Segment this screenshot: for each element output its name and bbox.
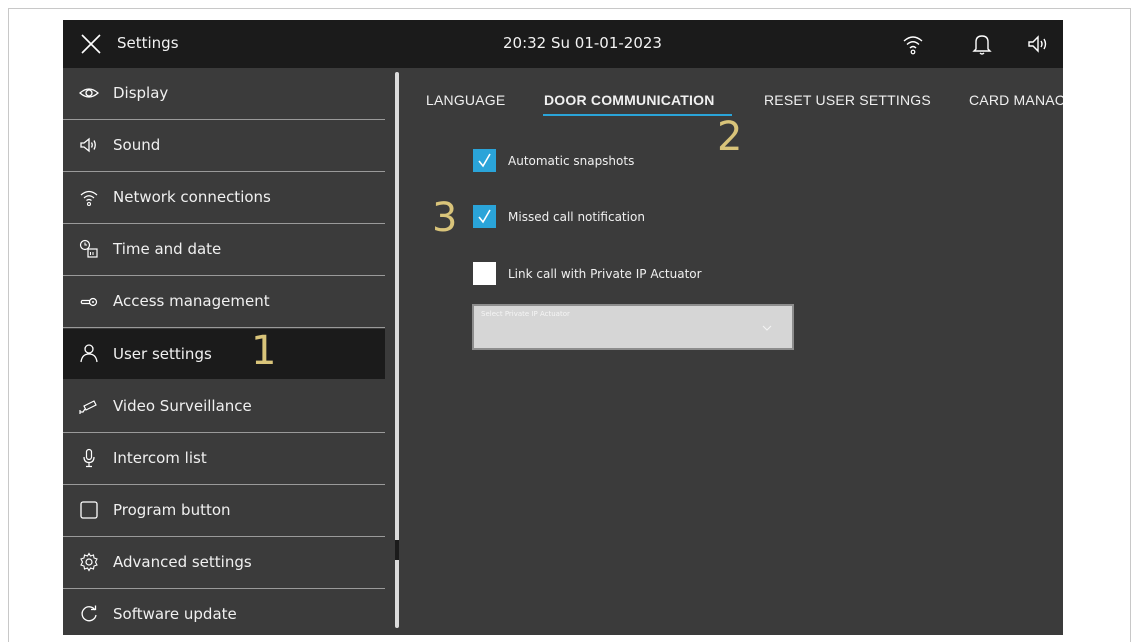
tab-door-communication[interactable]: DOOR COMMUNICATION (544, 92, 715, 108)
gear-icon (80, 552, 98, 572)
divider (63, 327, 385, 328)
sidebar-item-user-settings[interactable]: User settings (63, 329, 385, 379)
callout-number-1: 1 (251, 328, 277, 374)
camera-icon (79, 400, 97, 414)
sidebar-item-display[interactable]: Display (63, 68, 385, 120)
automatic-snapshots-label: Automatic snapshots (508, 154, 635, 168)
active-tab-indicator (543, 114, 732, 116)
sidebar-item-intercom-list[interactable]: Intercom list (63, 433, 385, 485)
date-time: 20:32 Su 01-01-2023 (503, 34, 662, 52)
sidebar-item-label: Video Surveillance (113, 397, 252, 415)
scrollbar-thumb[interactable] (395, 540, 399, 560)
tab-card-management[interactable]: CARD MANAC (969, 92, 1063, 108)
tab-language[interactable]: LANGUAGE (426, 92, 505, 108)
close-icon[interactable] (79, 32, 103, 56)
tab-reset-user-settings[interactable]: RESET USER SETTINGS (764, 92, 931, 108)
microphone-icon (83, 448, 95, 468)
link-call-checkbox[interactable] (473, 262, 496, 285)
wifi-icon[interactable] (901, 32, 925, 56)
sidebar-item-video-surveillance[interactable]: Video Surveillance (63, 381, 385, 433)
key-icon (80, 297, 98, 307)
missed-call-notification-checkbox[interactable] (473, 205, 496, 228)
callout-number-2: 2 (717, 114, 743, 160)
speaker-icon (80, 137, 96, 153)
sidebar-item-label: Sound (113, 136, 161, 154)
sidebar-item-advanced-settings[interactable]: Advanced settings (63, 537, 385, 589)
callout-number-3: 3 (432, 195, 458, 241)
automatic-snapshots-checkbox[interactable] (473, 149, 496, 172)
speaker-icon[interactable] (1026, 32, 1050, 56)
bell-icon[interactable] (970, 32, 994, 56)
eye-icon (79, 88, 99, 98)
sidebar-item-sound[interactable]: Sound (63, 120, 385, 172)
refresh-icon (81, 605, 97, 622)
private-ip-actuator-select[interactable]: Select Private IP Actuator (472, 304, 794, 350)
tab-bar: LANGUAGE DOOR COMMUNICATION RESET USER S… (426, 92, 1063, 122)
link-call-label: Link call with Private IP Actuator (508, 267, 702, 281)
sidebar-item-label: Software update (113, 605, 237, 623)
sidebar-item-network-connections[interactable]: Network connections (63, 172, 385, 224)
checkmark-icon (478, 209, 491, 224)
select-placeholder: Select Private IP Actuator (481, 310, 570, 318)
sidebar-item-label: Program button (113, 501, 231, 519)
settings-sidebar: Display Sound Network connections Time a… (63, 68, 385, 635)
sidebar-item-access-management[interactable]: Access management (63, 276, 385, 328)
user-icon (80, 344, 98, 363)
sidebar-item-software-update[interactable]: Software update (63, 589, 385, 635)
top-bar: Settings 20:32 Su 01-01-2023 (63, 20, 1063, 68)
sidebar-item-label: Access management (113, 292, 270, 310)
sidebar-item-label: Network connections (113, 188, 271, 206)
wifi-icon (80, 190, 98, 207)
missed-call-notification-label: Missed call notification (508, 210, 645, 224)
sidebar-item-label: Advanced settings (113, 553, 252, 571)
checkmark-icon (478, 153, 491, 168)
sidebar-item-label: Intercom list (113, 449, 207, 467)
sidebar-item-label: Time and date (113, 240, 222, 258)
page-title: Settings (117, 34, 179, 52)
sidebar-item-label: User settings (113, 345, 212, 363)
sidebar-item-time-and-date[interactable]: Time and date (63, 224, 385, 276)
chevron-down-icon (762, 325, 772, 331)
clock-calendar-icon (79, 239, 98, 258)
sidebar-item-program-button[interactable]: Program button (63, 485, 385, 537)
square-button-icon (80, 501, 98, 519)
sidebar-item-label: Display (113, 84, 169, 102)
